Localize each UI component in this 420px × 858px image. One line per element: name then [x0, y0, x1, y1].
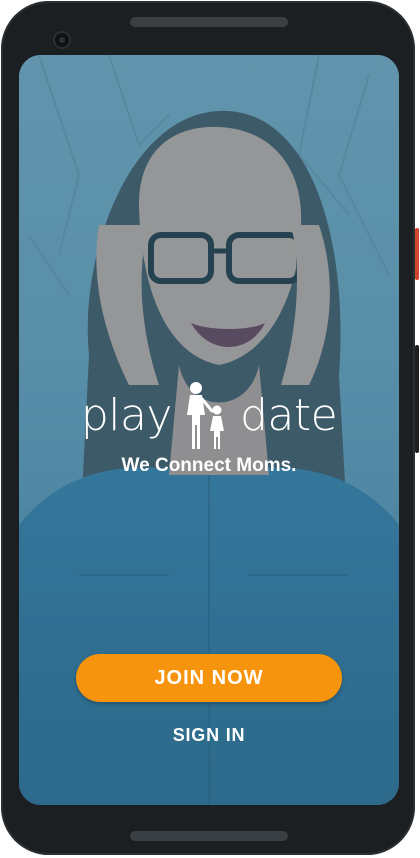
phone-frame: play date We Connect Moms. JOIN NOW SIGN…: [1, 1, 415, 855]
earpiece-speaker: [130, 17, 288, 27]
logo-text-date: date: [239, 390, 338, 441]
front-camera: [55, 33, 69, 47]
volume-button: [415, 345, 419, 453]
tagline: We Connect Moms.: [121, 455, 297, 476]
app-screen: play date We Connect Moms. JOIN NOW SIGN…: [19, 55, 399, 805]
power-button: [415, 228, 419, 280]
mother-and-child-icon: [186, 382, 224, 449]
app-logo: play date: [19, 377, 399, 455]
join-now-button[interactable]: JOIN NOW: [76, 654, 342, 702]
sign-in-link[interactable]: SIGN IN: [19, 725, 399, 746]
logo-text-play: play: [80, 390, 173, 441]
bottom-speaker: [130, 831, 288, 841]
